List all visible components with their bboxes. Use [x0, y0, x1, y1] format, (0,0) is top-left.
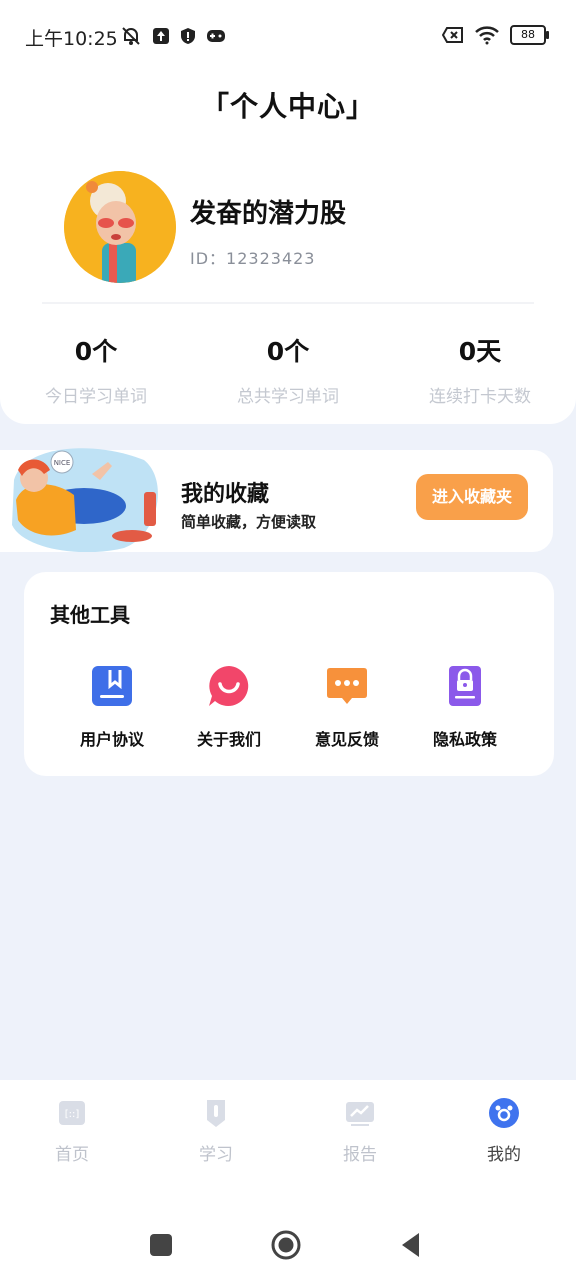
avatar-illustration — [64, 171, 176, 283]
learn-icon — [207, 1100, 225, 1127]
stat-total-words: 0个 总共学习单词 — [192, 332, 384, 407]
tab-label: 首页 — [55, 1145, 89, 1165]
battery-indicator: 88 — [510, 25, 549, 45]
wifi-icon — [475, 26, 499, 45]
user-name: 发奋的潜力股 — [190, 199, 347, 229]
favorites-title: 我的收藏 — [181, 482, 270, 507]
status-notification-icons — [120, 25, 226, 47]
tool-feedback[interactable]: 意见反馈 — [297, 664, 397, 750]
svg-text:[::]: [::] — [65, 1109, 80, 1120]
upload-icon — [153, 28, 169, 44]
tab-profile[interactable]: 我的 — [432, 1098, 576, 1165]
tools-title: 其他工具 — [50, 603, 130, 627]
bottom-tab-bar: [::] 首页 学习 报告 我的 — [0, 1080, 576, 1190]
gamepad-icon — [207, 30, 225, 42]
message-dots-icon — [327, 668, 367, 704]
tab-report[interactable]: 报告 — [288, 1098, 432, 1165]
bookmark-book-icon — [92, 666, 132, 706]
status-time: 上午10:25 — [25, 28, 118, 50]
user-id: ID：12323423 — [190, 249, 316, 268]
stat-label: 连续打卡天数 — [429, 387, 531, 407]
home-circle-icon[interactable] — [271, 1230, 301, 1260]
stat-today-words: 0个 今日学习单词 — [0, 332, 192, 407]
tool-about-us[interactable]: 关于我们 — [179, 664, 279, 750]
open-favorites-button[interactable]: 进入收藏夹 — [416, 474, 528, 520]
avatar[interactable] — [64, 171, 176, 283]
system-nav-bar — [0, 1190, 576, 1280]
mute-bell-icon — [122, 27, 140, 45]
illustration-text: NICE — [54, 459, 71, 467]
back-icon[interactable] — [397, 1230, 427, 1260]
stat-value: 0个 — [74, 337, 118, 366]
status-system-icons: 88 — [442, 25, 549, 45]
tab-home[interactable]: [::] 首页 — [0, 1098, 144, 1165]
tab-learn[interactable]: 学习 — [144, 1098, 288, 1165]
stat-value: 0个 — [266, 337, 310, 366]
shield-icon — [181, 28, 195, 44]
stat-checkin-days: 0天 连续打卡天数 — [384, 332, 576, 407]
tool-privacy-policy[interactable]: 隐私政策 — [415, 664, 515, 750]
smile-chat-icon — [209, 666, 249, 706]
tool-user-agreement[interactable]: 用户协议 — [62, 664, 162, 750]
tab-label: 报告 — [343, 1145, 377, 1165]
tool-label: 用户协议 — [79, 730, 144, 749]
tab-label: 我的 — [487, 1145, 521, 1165]
report-icon — [346, 1102, 374, 1126]
tool-label: 隐私政策 — [432, 730, 497, 749]
lock-document-icon — [449, 666, 481, 706]
tool-label: 关于我们 — [196, 730, 261, 749]
recent-apps-icon[interactable] — [146, 1230, 176, 1260]
tool-label: 意见反馈 — [314, 730, 379, 749]
favorites-illustration: NICE — [12, 448, 158, 552]
stat-value: 0天 — [458, 337, 502, 366]
tab-label: 学习 — [199, 1145, 233, 1165]
stat-label: 总共学习单词 — [237, 387, 339, 407]
profile-icon — [489, 1098, 519, 1128]
divider — [42, 302, 534, 304]
status-bar: 上午10:25 88 — [0, 0, 576, 72]
favorites-subtitle: 简单收藏，方便读取 — [181, 513, 317, 531]
page-title: 「个人中心」 — [200, 90, 375, 123]
stat-label: 今日学习单词 — [45, 387, 147, 407]
no-sim-icon — [442, 27, 463, 43]
home-icon: [::] — [59, 1101, 85, 1125]
tools-card: 其他工具 用户协议 关于我们 意见反馈 隐私政策 — [24, 572, 554, 776]
